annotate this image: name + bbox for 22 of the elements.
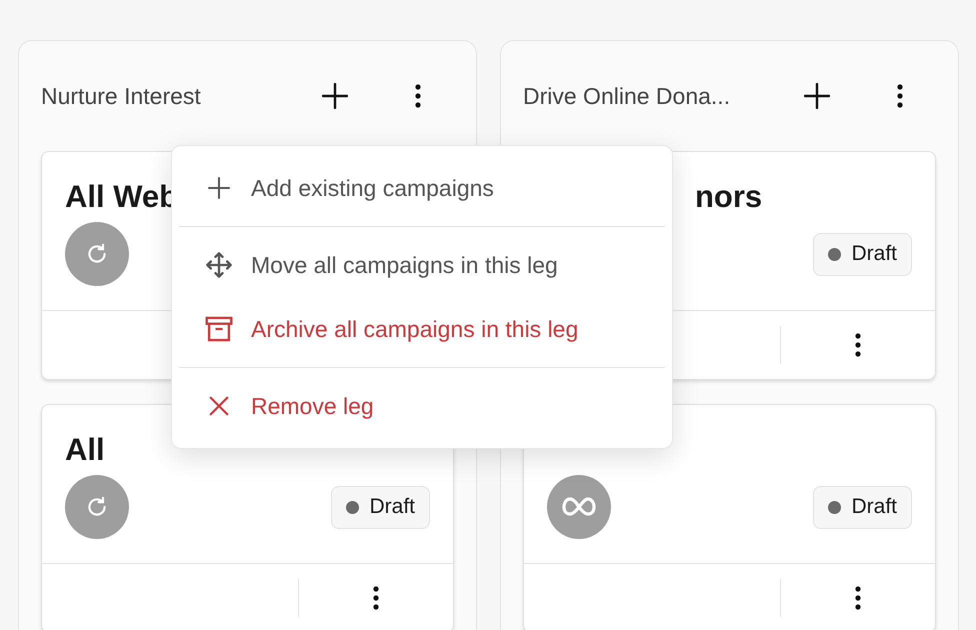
more-icon (855, 586, 861, 610)
more-icon[interactable] (897, 84, 903, 108)
plus-icon[interactable] (322, 83, 348, 109)
status-badge: Draft (813, 232, 912, 276)
column-title: Drive Online Dona... (523, 82, 732, 111)
more-icon (373, 586, 379, 610)
menu-item[interactable]: Archive all campaigns in this leg (179, 297, 665, 361)
archive-box-icon (205, 316, 233, 342)
status-badge: Draft (813, 486, 912, 528)
more-icon[interactable] (415, 84, 421, 108)
menu-item[interactable]: Add existing campaigns (179, 156, 665, 220)
move-arrows-icon (205, 251, 233, 279)
plus-icon[interactable] (804, 83, 830, 109)
menu-item[interactable]: Move all campaigns in this leg (179, 233, 665, 297)
campaign-title: All (65, 432, 105, 467)
status-badge: Draft (331, 486, 430, 528)
more-icon (855, 333, 861, 357)
column-title: Nurture Interest (41, 82, 202, 111)
plus-icon (207, 176, 231, 200)
menu-item[interactable]: Remove leg (179, 374, 665, 438)
close-icon (208, 395, 230, 417)
campaign-title: nors (695, 179, 762, 214)
